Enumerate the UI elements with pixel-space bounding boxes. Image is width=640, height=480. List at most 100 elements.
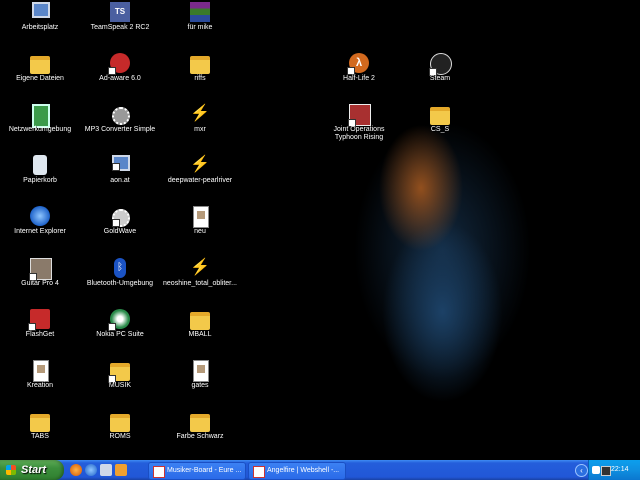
desktop-icon-netzwerkumgebung[interactable]: Netzwerkumgebung [1,104,79,154]
icon-label: MUSIK [108,382,132,389]
shortcut-arrow-icon [112,163,120,171]
mp3-converter-icon [112,107,130,125]
network-icon [32,104,50,128]
icon-label: neoshine_total_obliter... [163,280,237,287]
show-hidden-icons-button[interactable]: ‹ [575,464,588,477]
desktop-icon-teamspeak[interactable]: TS TeamSpeak 2 RC2 [81,2,159,52]
desktop-icon-papierkorb[interactable]: Papierkorb [1,155,79,205]
start-button[interactable]: Start [0,460,64,480]
recycle-bin-icon [33,155,47,175]
desktop-icon-deepwater-pearlriver[interactable]: ⚡ deepwater-pearlriver [161,155,239,205]
system-tray: 22:14 [588,460,640,480]
icon-label: riffs [194,75,206,82]
steam-icon [429,53,452,76]
icon-label: FlashGet [25,331,55,338]
icon-label: TeamSpeak 2 RC2 [90,24,150,31]
desktop-icon-farbe-schwarz[interactable]: Farbe Schwarz [161,411,239,460]
shortcut-arrow-icon [347,67,355,75]
icon-label: mxr [194,126,206,133]
aon-icon [112,155,130,171]
icon-label: MP3 Converter Simple [84,126,156,133]
icon-label: aon.at [110,177,130,184]
desktop-icon-steam[interactable]: Steam [401,53,479,103]
folder-icon [190,414,210,432]
desktop-icon-flashget[interactable]: FlashGet [1,309,79,359]
icon-label: für mike [187,24,213,31]
desktop-icon-nokia-pc-suite[interactable]: Nokia PC Suite [81,309,159,359]
folder-icon [30,414,50,432]
image-file-icon [193,360,209,382]
icon-label: Internet Explorer [14,228,66,235]
desktop-icon-arbeitsplatz[interactable]: Arbeitsplatz [1,2,79,52]
clock[interactable]: 22:14 [611,460,629,480]
icon-label: deepwater-pearlriver [167,177,233,184]
desktop-icon-eigene-dateien[interactable]: Eigene Dateien [1,53,79,103]
icon-label: Ad-aware 6.0 [99,75,141,82]
desktop-icon-neoshine[interactable]: ⚡ neoshine_total_obliter... [161,258,239,308]
desktop-icon-mball[interactable]: MBALL [161,309,239,359]
winrar-icon [190,2,210,22]
shortcut-arrow-icon [112,219,120,227]
icon-label: MBALL [188,331,212,338]
icon-label: neu [194,228,206,235]
desktop-icon-musik[interactable]: MUSIK [81,360,159,410]
folder-icon [190,56,210,74]
taskbar: Start Musiker-Board - Eure ... Angelfire… [0,460,640,480]
desktop-icon-mxr[interactable]: ⚡ mxr [161,104,239,154]
icon-label: Netzwerkumgebung [8,126,72,133]
image-file-icon [193,206,209,228]
icon-label: Arbeitsplatz [21,24,59,31]
nokia-icon [108,309,130,331]
tray-app-icon[interactable] [592,466,600,474]
browser-window-icon [153,466,165,478]
taskbar-item-angelfire[interactable]: Angelfire | Webshell -... [248,462,346,480]
icon-label: TABS [31,433,49,440]
icon-label: Guitar Pro 4 [21,280,59,287]
desktop-icon-roms[interactable]: ROMS [81,411,159,460]
volume-icon[interactable] [601,466,611,476]
ie-quicklaunch-icon[interactable] [85,464,97,476]
desktop-icon-adaware[interactable]: Ad-aware 6.0 [81,53,159,103]
firefox-quicklaunch-icon[interactable] [70,464,82,476]
desktop-icon-neu[interactable]: neu [161,206,239,256]
desktop-icon-mp3-converter[interactable]: MP3 Converter Simple [81,104,159,154]
half-life-icon: λ [347,53,369,75]
taskbar-item-musiker-board[interactable]: Musiker-Board - Eure ... [148,462,246,480]
shortcut-arrow-icon [28,323,36,331]
desktop-icon-fuer-mike[interactable]: für mike [161,2,239,52]
desktop-icon-tabs[interactable]: TABS [1,411,79,460]
desktop-icon-riffs[interactable]: riffs [161,53,239,103]
desktop-icon-bluetooth[interactable]: ᛒ Bluetooth-Umgebung [81,258,159,308]
goldwave-icon [112,209,130,227]
winamp-file-icon: ⚡ [190,259,210,276]
desktop-icon-aon[interactable]: aon.at [81,155,159,205]
task-label: Musiker-Board - Eure ... [167,467,242,474]
bluetooth-icon: ᛒ [114,258,126,278]
folder-icon [108,363,130,383]
guitar-pro-icon [29,258,52,281]
windows-logo-icon [6,465,16,475]
desktop-icon-guitar-pro-4[interactable]: Guitar Pro 4 [1,258,79,308]
desktop-icon-half-life-2[interactable]: λ Half-Life 2 [320,53,398,103]
start-label: Start [21,464,47,476]
my-computer-icon [32,2,50,18]
desktop-icon-goldwave[interactable]: GoldWave [81,206,159,256]
winamp-quicklaunch-icon[interactable] [115,464,127,476]
show-desktop-icon[interactable] [100,464,112,476]
desktop-icon-cs-s[interactable]: CS_S [401,104,479,154]
desktop-icon-internet-explorer[interactable]: Internet Explorer [1,206,79,256]
icon-label: Kreation [26,382,54,389]
desktop-icon-gates[interactable]: gates [161,360,239,410]
shortcut-arrow-icon [108,323,116,331]
teamspeak-icon: TS [110,2,130,22]
shortcut-arrow-icon [108,67,116,75]
icon-label: CS_S [430,126,450,133]
desktop-icon-kreation[interactable]: Kreation [1,360,79,410]
icon-label: Eigene Dateien [16,75,64,82]
winamp-file-icon: ⚡ [190,105,210,122]
desktop: Arbeitsplatz Eigene Dateien Netzwerkumge… [0,0,640,460]
icon-label: Joint Operations Typhoon Rising [333,126,385,141]
task-label: Angelfire | Webshell -... [267,467,340,474]
folder-icon [430,107,450,125]
desktop-icon-joint-operations[interactable]: Joint Operations Typhoon Rising [320,104,398,154]
